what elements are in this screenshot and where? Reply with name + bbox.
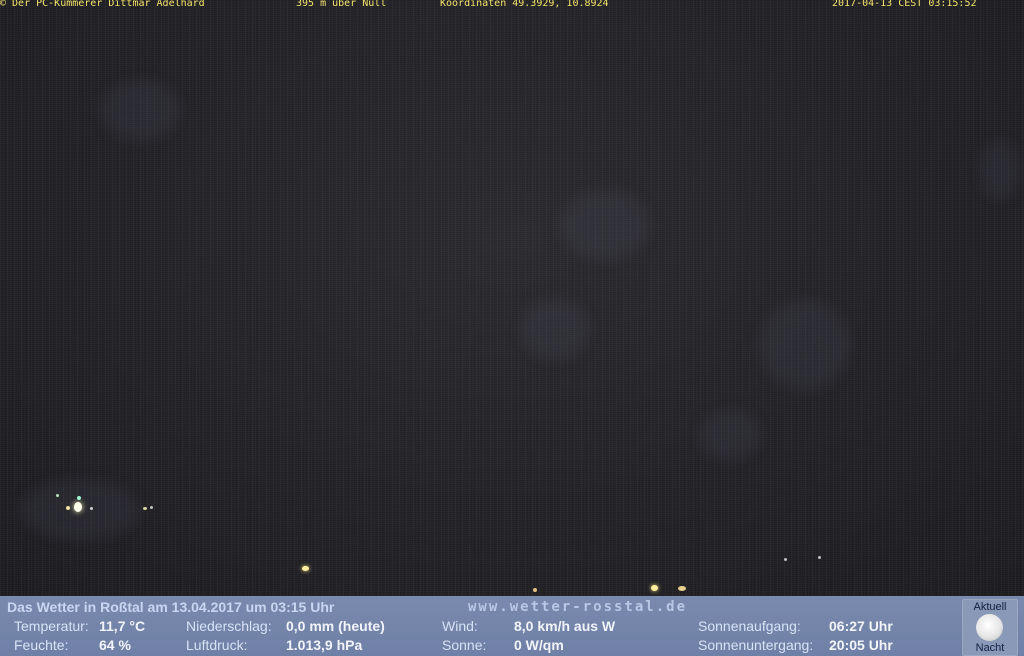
altitude-text: 395 m über Null	[296, 0, 387, 9]
light-dot	[143, 507, 147, 510]
light-dot	[150, 506, 153, 509]
wind-label: Wind:	[442, 618, 478, 634]
wind-value: 8,0 km/h aus W	[514, 618, 616, 634]
status-night-label: Nacht	[975, 642, 1005, 654]
precipitation-value: 0,0 mm (heute)	[286, 618, 385, 634]
temperature-label: Temperatur:	[14, 618, 89, 634]
sunset-label: Sonnenuntergang:	[698, 637, 814, 653]
light-dot	[66, 506, 70, 510]
coordinates-text: Koordinaten 49.3929, 10.8924	[440, 0, 609, 9]
status-current-label: Aktuell	[973, 601, 1007, 613]
website-text: www.wetter-rosstal.de	[468, 599, 688, 615]
pressure-value: 1.013,9 hPa	[286, 637, 363, 653]
moon-status-box: Aktuell Nacht	[962, 599, 1018, 656]
humidity-value: 64 %	[99, 637, 131, 653]
weather-title: Das Wetter in Roßtal am 13.04.2017 um 03…	[7, 599, 335, 615]
camera-overlay-bar: © Der PC-Kümmerer Dittmar Adelhard 395 m…	[0, 0, 1024, 11]
light-dot	[784, 558, 787, 561]
light-dot	[818, 556, 821, 559]
sun-radiation-value: 0 W/qm	[514, 637, 564, 653]
light-dot	[678, 586, 686, 591]
humidity-label: Feuchte:	[14, 637, 69, 653]
precipitation-label: Niederschlag:	[186, 618, 272, 634]
timestamp-text: 2017-04-13 CEST 03:15:52	[832, 0, 977, 9]
sun-radiation-label: Sonne:	[442, 637, 487, 653]
light-dot	[56, 494, 59, 497]
light-dot	[302, 566, 309, 571]
light-cluster	[74, 502, 82, 512]
pressure-label: Luftdruck:	[186, 637, 248, 653]
light-dot	[651, 585, 658, 591]
copyright-text: © Der PC-Kümmerer Dittmar Adelhard	[0, 0, 205, 9]
sunrise-value: 06:27 Uhr	[829, 618, 893, 634]
moon-icon	[976, 614, 1003, 641]
sunrise-label: Sonnenaufgang:	[698, 618, 801, 634]
weather-info-panel: Das Wetter in Roßtal am 13.04.2017 um 03…	[0, 596, 1024, 656]
sunset-value: 20:05 Uhr	[829, 637, 893, 653]
temperature-value: 11,7 °C	[99, 618, 146, 634]
light-dot	[533, 588, 537, 592]
light-dot	[77, 496, 81, 500]
light-dot	[90, 507, 93, 510]
webcam-night-image	[0, 0, 1024, 596]
